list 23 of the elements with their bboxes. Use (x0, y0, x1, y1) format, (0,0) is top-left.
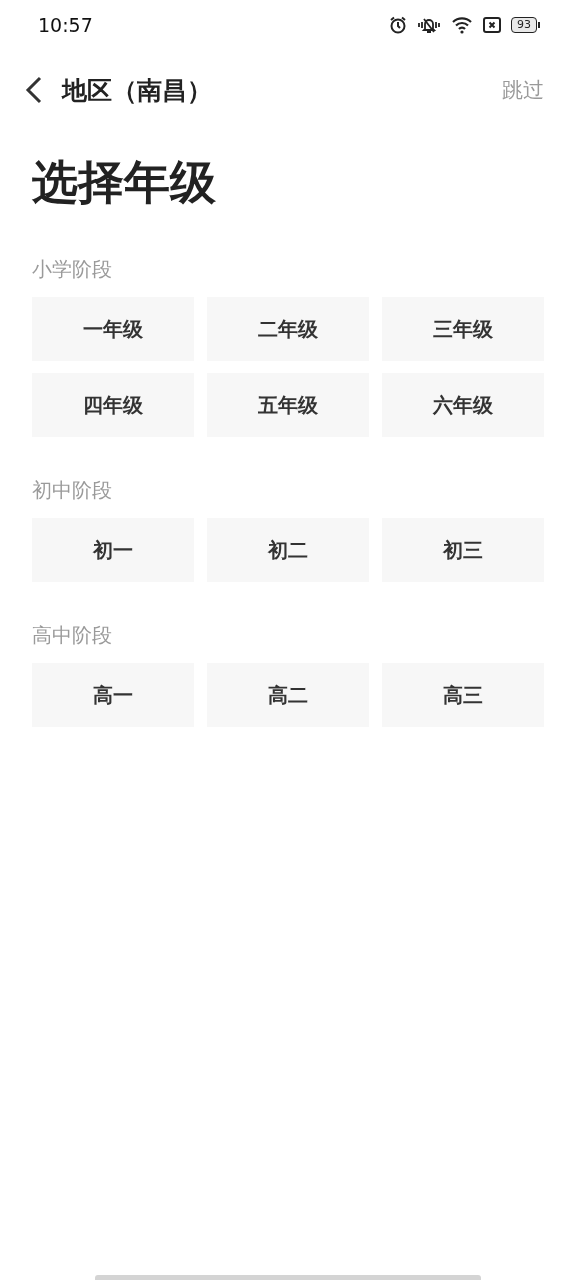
section-label: 高中阶段 (32, 622, 113, 649)
grade-option[interactable]: 二年级 (207, 297, 369, 361)
grade-option[interactable]: 高二 (207, 663, 369, 727)
battery-icon: 93 (511, 17, 540, 33)
clock: 10:57 (38, 14, 93, 36)
alarm-icon (389, 16, 407, 34)
nav-title: 地区（南昌） (62, 74, 213, 107)
no-sim-icon (483, 17, 501, 33)
grade-option[interactable]: 初一 (32, 518, 194, 582)
page-title: 选择年级 (32, 154, 217, 211)
grade-option[interactable]: 高一 (32, 663, 194, 727)
section-label: 小学阶段 (32, 256, 113, 283)
grade-option[interactable]: 四年级 (32, 373, 194, 437)
grade-option[interactable]: 三年级 (382, 297, 544, 361)
grade-option[interactable]: 六年级 (382, 373, 544, 437)
grade-option[interactable]: 高三 (382, 663, 544, 727)
grade-option[interactable]: 初三 (382, 518, 544, 582)
grade-option[interactable]: 初二 (207, 518, 369, 582)
section-label: 初中阶段 (32, 477, 113, 504)
muted-bell-icon (417, 16, 441, 34)
grade-option[interactable]: 五年级 (207, 373, 369, 437)
grade-option[interactable]: 一年级 (32, 297, 194, 361)
wifi-icon (451, 16, 473, 34)
